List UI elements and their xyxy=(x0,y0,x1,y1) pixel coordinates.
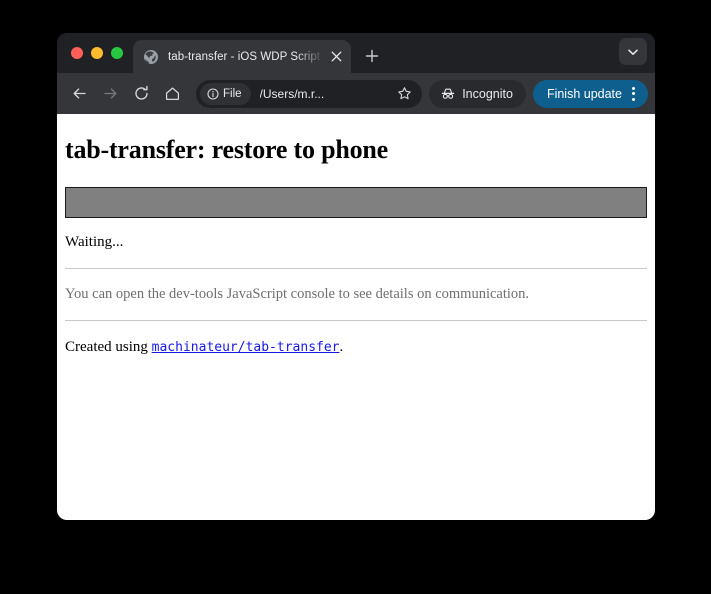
reload-button[interactable] xyxy=(126,79,156,109)
kebab-menu-icon[interactable] xyxy=(624,82,642,106)
new-tab-button[interactable] xyxy=(358,42,386,70)
browser-tab-active[interactable]: tab-transfer - iOS WDP Script xyxy=(133,40,351,73)
arrow-right-icon xyxy=(103,88,116,99)
close-window-button[interactable] xyxy=(71,47,83,59)
page-viewport: tab-transfer: restore to phone Waiting..… xyxy=(57,114,655,520)
site-info-chip[interactable]: File xyxy=(200,82,251,105)
console-hint-text: You can open the dev-tools JavaScript co… xyxy=(65,286,530,302)
site-info-label: File xyxy=(223,87,242,100)
repository-link[interactable]: machinateur/tab-transfer xyxy=(152,340,340,355)
divider-top xyxy=(65,268,647,269)
tab-close-button[interactable] xyxy=(327,48,345,66)
tab-strip: tab-transfer - iOS WDP Script xyxy=(57,33,655,73)
finish-update-label: Finish update xyxy=(546,86,622,101)
credit-text: Created using machinateur/tab-transfer. xyxy=(65,339,647,356)
minimize-window-button[interactable] xyxy=(91,47,103,59)
incognito-icon xyxy=(441,88,455,99)
credit-prefix: Created using xyxy=(65,339,152,355)
info-circle-icon xyxy=(207,87,219,100)
browser-window: tab-transfer - iOS WDP Script File /User… xyxy=(57,33,655,520)
page-content: tab-transfer: restore to phone Waiting..… xyxy=(65,135,647,356)
home-button[interactable] xyxy=(157,79,187,109)
globe-icon xyxy=(143,49,159,65)
star-icon[interactable] xyxy=(392,82,416,106)
divider-bottom xyxy=(65,320,647,321)
chevron-down-icon xyxy=(628,49,638,55)
finish-update-button[interactable]: Finish update xyxy=(532,79,648,108)
tab-search-button[interactable] xyxy=(619,38,647,65)
reload-icon xyxy=(134,85,148,100)
credit-suffix: . xyxy=(339,339,344,355)
page-title: tab-transfer: restore to phone xyxy=(65,135,389,164)
zoom-window-button[interactable] xyxy=(111,47,123,59)
url-text[interactable]: /Users/m.r... xyxy=(260,87,393,101)
window-controls xyxy=(57,33,133,73)
home-icon xyxy=(165,87,179,101)
progress-bar-fill xyxy=(65,187,647,218)
arrow-left-icon xyxy=(73,88,86,99)
address-bar[interactable]: File /Users/m.r... xyxy=(196,79,423,108)
browser-toolbar: File /Users/m.r... Incognito Finish upda… xyxy=(57,73,655,114)
incognito-label: Incognito xyxy=(462,86,513,101)
forward-button[interactable] xyxy=(95,79,125,109)
incognito-indicator[interactable]: Incognito xyxy=(429,79,526,108)
tab-title: tab-transfer - iOS WDP Script xyxy=(168,50,321,63)
progress-bar xyxy=(65,187,647,218)
back-button[interactable] xyxy=(64,79,94,109)
status-text: Waiting... xyxy=(65,234,124,250)
